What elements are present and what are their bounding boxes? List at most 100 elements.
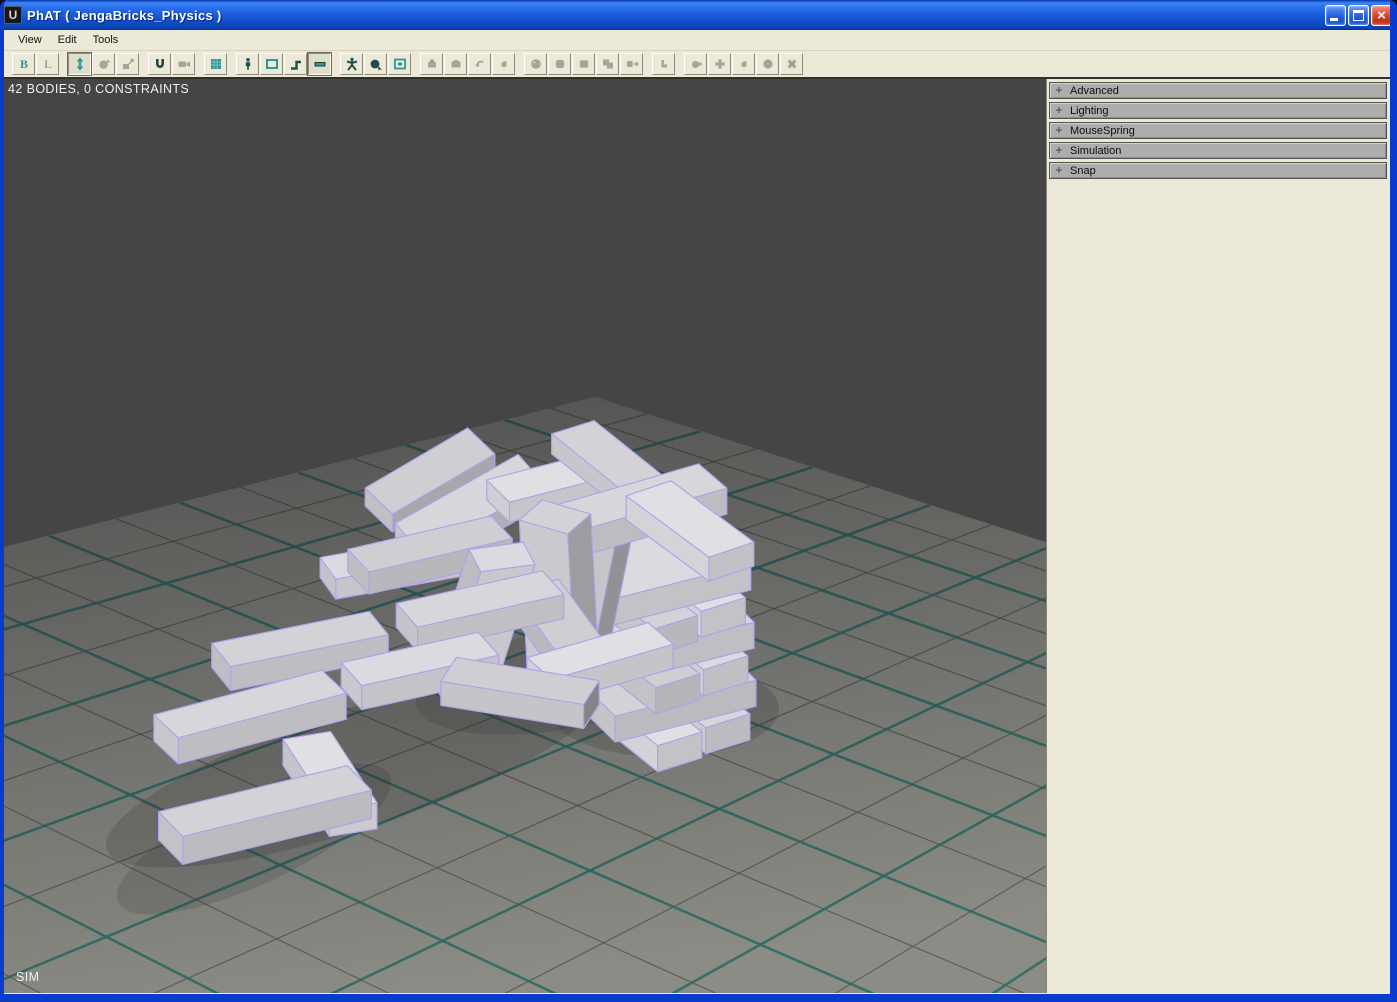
expand-plus-icon[interactable]: + bbox=[1052, 123, 1066, 137]
toolbar-button-scale-mode[interactable] bbox=[116, 53, 139, 75]
panel-section-mousespring[interactable]: + MouseSpring bbox=[1049, 122, 1387, 139]
add-sphyl-icon bbox=[553, 57, 567, 71]
delete-constraint-icon bbox=[785, 57, 799, 71]
phat-window: U PhAT ( JengaBricks_Physics ) × View Ed… bbox=[0, 0, 1397, 1002]
panel-section-simulation[interactable]: + Simulation bbox=[1049, 142, 1387, 159]
3d-scene[interactable] bbox=[4, 79, 1046, 993]
toolbar-separator bbox=[676, 53, 684, 75]
toolbar-button-rotate-mode[interactable] bbox=[92, 53, 115, 75]
minimize-button[interactable] bbox=[1325, 5, 1346, 26]
toolbar-button-duplicate-primitive[interactable] bbox=[596, 53, 619, 75]
toolbar-button-copy-properties[interactable] bbox=[172, 53, 195, 75]
panel-section-label: Advanced bbox=[1070, 85, 1119, 97]
toolbar-button-add-sphere[interactable] bbox=[524, 53, 547, 75]
toolbar-button-delete-constraint[interactable] bbox=[780, 53, 803, 75]
weld-bodies-icon bbox=[689, 57, 703, 71]
toolbar-button-reset-pose[interactable] bbox=[468, 53, 491, 75]
menu-edit[interactable]: Edit bbox=[50, 31, 85, 49]
add-constraint-icon bbox=[713, 57, 727, 71]
toolbar-button-convert-primitive[interactable] bbox=[620, 53, 643, 75]
collision-view-icon bbox=[313, 57, 327, 71]
toolbar-button-delete-body[interactable] bbox=[492, 53, 515, 75]
toolbar-button-snap-toggle[interactable] bbox=[148, 53, 171, 75]
menu-bar: View Edit Tools bbox=[4, 30, 1390, 51]
toolbar-button-show-physics-pose[interactable] bbox=[340, 53, 363, 75]
toolbar-button-body-edit-mode[interactable]: B bbox=[12, 53, 35, 75]
toolbar-separator bbox=[516, 53, 524, 75]
toolbar-button-draw-constraints[interactable] bbox=[284, 53, 307, 75]
toolbar-button-constraint-edit-mode[interactable]: L bbox=[36, 53, 59, 75]
toolbar-button-show-influences[interactable] bbox=[388, 53, 411, 75]
viewport-canvas[interactable]: 42 BODIES, 0 CONSTRAINTS SIM bbox=[4, 79, 1046, 993]
minimize-icon bbox=[1330, 18, 1338, 21]
toolbar-button-show-mass-properties[interactable] bbox=[364, 53, 387, 75]
close-button[interactable]: × bbox=[1371, 5, 1392, 26]
expand-plus-icon[interactable]: + bbox=[1052, 103, 1066, 117]
title-bar[interactable]: U PhAT ( JengaBricks_Physics ) × bbox=[0, 0, 1397, 30]
snap-toggle-icon bbox=[153, 57, 167, 71]
toolbar-button-constraint-frame[interactable] bbox=[652, 53, 675, 75]
expand-plus-icon[interactable]: + bbox=[1052, 163, 1066, 177]
duplicate-primitive-icon bbox=[601, 57, 615, 71]
panel-section-advanced[interactable]: + Advanced bbox=[1049, 82, 1387, 99]
toolbar-separator bbox=[412, 53, 420, 75]
body-edit-mode-icon: B bbox=[17, 57, 31, 71]
panel-section-label: Snap bbox=[1070, 165, 1096, 177]
toolbar-separator bbox=[196, 53, 204, 75]
toolbar-button-snap-op[interactable] bbox=[732, 53, 755, 75]
show-mass-properties-icon bbox=[369, 57, 383, 71]
svg-text:L: L bbox=[43, 57, 51, 71]
toolbar-separator bbox=[644, 53, 652, 75]
toolbar-button-add-constraint[interactable] bbox=[708, 53, 731, 75]
show-physics-pose-icon bbox=[345, 57, 359, 71]
draw-bodies-icon bbox=[265, 57, 279, 71]
expand-plus-icon[interactable]: + bbox=[1052, 83, 1066, 97]
scale-mode-icon bbox=[121, 57, 135, 71]
toolbar-button-add-box[interactable] bbox=[572, 53, 595, 75]
toolbar-button-draw-bodies[interactable] bbox=[260, 53, 283, 75]
maximize-button[interactable] bbox=[1348, 5, 1369, 26]
toolbar-button-add-sphyl[interactable] bbox=[548, 53, 571, 75]
constraint-frame-icon bbox=[657, 57, 671, 71]
close-icon: × bbox=[1372, 6, 1391, 25]
bodies-constraints-status: 42 BODIES, 0 CONSTRAINTS bbox=[8, 82, 189, 96]
toolbar-button-new-body[interactable] bbox=[420, 53, 443, 75]
expand-plus-icon[interactable]: + bbox=[1052, 143, 1066, 157]
delete-body-icon bbox=[497, 57, 511, 71]
menu-tools[interactable]: Tools bbox=[85, 31, 127, 49]
unreal-app-icon: U bbox=[4, 6, 22, 24]
translate-mode-icon bbox=[73, 57, 87, 71]
toolbar-separator bbox=[332, 53, 340, 75]
toolbar-button-translate-mode[interactable] bbox=[68, 53, 91, 75]
sphere-op-icon bbox=[761, 57, 775, 71]
panel-section-lighting[interactable]: + Lighting bbox=[1049, 102, 1387, 119]
duplicate-body-icon bbox=[449, 57, 463, 71]
toolbar-separator bbox=[140, 53, 148, 75]
window-title: PhAT ( JengaBricks_Physics ) bbox=[27, 8, 1323, 23]
toolbar-separator bbox=[228, 53, 236, 75]
toolbar-button-collision-view[interactable] bbox=[308, 53, 331, 75]
snap-op-icon bbox=[737, 57, 751, 71]
copy-properties-icon bbox=[177, 57, 191, 71]
toolbar-button-duplicate-body[interactable] bbox=[444, 53, 467, 75]
panel-section-label: Lighting bbox=[1070, 105, 1109, 117]
menu-view[interactable]: View bbox=[10, 31, 50, 49]
sim-mode-label: SIM bbox=[16, 970, 39, 984]
convert-primitive-icon bbox=[625, 57, 639, 71]
toolbar-button-simulate-toggle[interactable] bbox=[204, 53, 227, 75]
toolbar-button-draw-skeleton[interactable] bbox=[236, 53, 259, 75]
svg-text:B: B bbox=[19, 57, 27, 71]
panel-section-label: Simulation bbox=[1070, 145, 1121, 157]
toolbar-button-weld-bodies[interactable] bbox=[684, 53, 707, 75]
show-influences-icon bbox=[393, 57, 407, 71]
panel-section-snap[interactable]: + Snap bbox=[1049, 162, 1387, 179]
add-box-icon bbox=[577, 57, 591, 71]
toolbar-button-sphere-op[interactable] bbox=[756, 53, 779, 75]
simulate-toggle-icon bbox=[209, 57, 223, 71]
new-body-icon bbox=[425, 57, 439, 71]
draw-skeleton-icon bbox=[241, 57, 255, 71]
maximize-icon bbox=[1353, 10, 1364, 21]
panel-section-label: MouseSpring bbox=[1070, 125, 1135, 137]
draw-constraints-icon bbox=[289, 57, 303, 71]
main-area: 42 BODIES, 0 CONSTRAINTS SIM + Advanced … bbox=[4, 79, 1390, 993]
